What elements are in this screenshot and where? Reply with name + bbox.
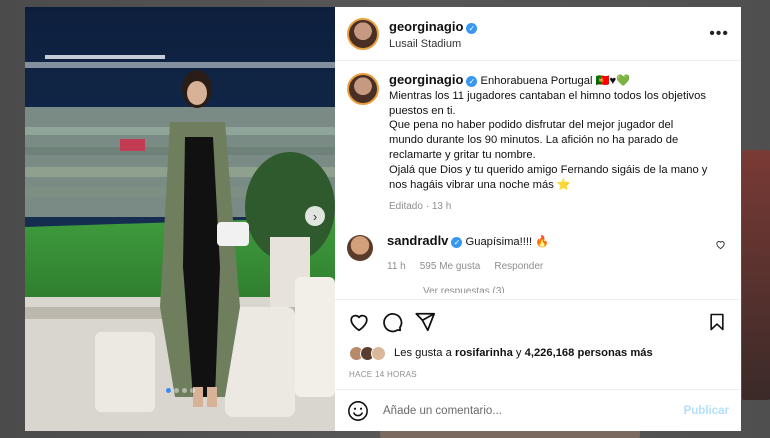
- carousel-dot: [189, 388, 195, 393]
- carousel-dot: [165, 388, 171, 393]
- caption-line: Ojalá que Dios y tu querido amigo Fernan…: [389, 163, 708, 176]
- caption-line: mundo durante los 90 minutos. La afición…: [389, 134, 679, 147]
- liker-avatars[interactable]: [349, 345, 386, 361]
- post-location[interactable]: Lusail Stadium: [389, 38, 709, 50]
- view-replies-link[interactable]: Ver respuestas (3): [423, 286, 729, 293]
- emoji-icon[interactable]: [347, 400, 369, 422]
- comment-composer: Publicar: [335, 389, 741, 431]
- likes-user[interactable]: rosifarinha: [455, 347, 513, 359]
- caption-username[interactable]: georginagio: [389, 72, 463, 87]
- comment-like-heart-icon[interactable]: [715, 239, 729, 272]
- caption-line: nos hagáis vibrar una noche más ⭐: [389, 178, 571, 191]
- comment-text: Guapísima!!!! 🔥: [465, 236, 550, 249]
- share-icon[interactable]: [413, 310, 437, 334]
- verified-badge-icon: ✓: [466, 22, 478, 34]
- more-options-icon[interactable]: •••: [709, 25, 729, 43]
- commenter-avatar[interactable]: [347, 235, 373, 262]
- likes-prefix: Les gusta a: [394, 347, 452, 359]
- post-actions-bar: [335, 299, 741, 343]
- author-avatar[interactable]: [347, 17, 379, 50]
- caption-line: reclamarte y gritar tu nombre.: [389, 148, 536, 161]
- edited-label: Editado: [389, 201, 423, 213]
- verified-badge-icon: ✓: [451, 237, 463, 249]
- carousel-indicator: [25, 388, 335, 393]
- likes-connector: y: [515, 347, 522, 359]
- comment-input[interactable]: [383, 404, 684, 417]
- background-post-thumbnail: [742, 150, 770, 400]
- post-caption: georginagio ✓ Enhorabuena Portugal 🇵🇹♥💚 M…: [347, 72, 729, 215]
- reply-button[interactable]: Responder: [494, 261, 543, 272]
- likes-summary: Les gusta a rosifarinha y 4,226,168 pers…: [335, 343, 741, 363]
- stadium-photo: [25, 7, 335, 431]
- caption-line: Que pena no haber podido disfrutar del m…: [389, 119, 674, 132]
- caption-author-avatar[interactable]: [347, 73, 379, 105]
- carousel-dot: [173, 388, 179, 393]
- publish-button[interactable]: Publicar: [684, 405, 729, 417]
- caption-age[interactable]: 13 h: [432, 201, 451, 212]
- post-details-panel: georginagio ✓ Lusail Stadium ••• georgina…: [335, 7, 741, 431]
- post-header: georginagio ✓ Lusail Stadium •••: [335, 7, 741, 61]
- commenter-username[interactable]: sandradlv: [387, 233, 448, 248]
- comment-icon[interactable]: [380, 310, 404, 334]
- caption-line: puestos en ti.: [389, 104, 456, 117]
- comment-age[interactable]: 11 h: [387, 261, 406, 272]
- bookmark-icon[interactable]: [705, 310, 729, 334]
- caption-line: Enhorabuena Portugal 🇵🇹♥💚: [480, 75, 631, 87]
- likes-count[interactable]: 4,226,168 personas más: [525, 347, 653, 359]
- verified-badge-icon: ✓: [466, 76, 478, 87]
- carousel-dot: [181, 388, 187, 393]
- comment-item: sandradlv ✓ Guapísima!!!! 🔥 11 h 595 Me g…: [347, 233, 729, 272]
- heart-icon[interactable]: [347, 310, 371, 334]
- comments-section[interactable]: georginagio ✓ Enhorabuena Portugal 🇵🇹♥💚 M…: [335, 61, 741, 299]
- carousel-next-button[interactable]: ›: [305, 206, 325, 226]
- post-timestamp[interactable]: HACE 14 HORAS: [335, 363, 741, 389]
- liker-avatar: [371, 345, 386, 361]
- comment-likes[interactable]: 595 Me gusta: [420, 261, 481, 272]
- author-username[interactable]: georginagio: [389, 19, 463, 34]
- caption-line: Mientras los 11 jugadores cantaban el hi…: [389, 89, 706, 102]
- post-image: ›: [25, 7, 335, 431]
- post-modal: › georginagio ✓ Lusail Stadium ••• georg…: [25, 7, 741, 431]
